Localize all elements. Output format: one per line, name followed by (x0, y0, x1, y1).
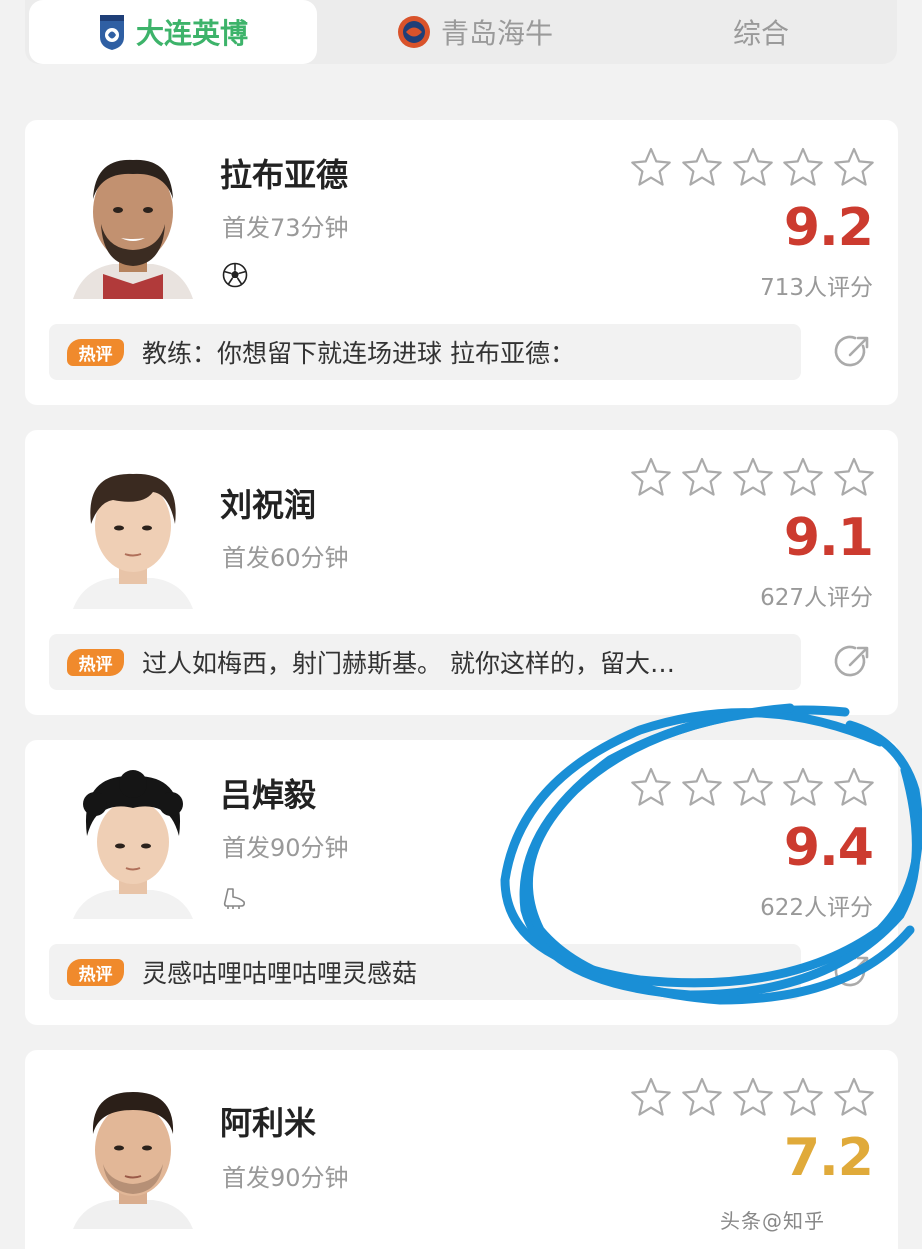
tab-label: 大连英博 (135, 17, 248, 50)
star-icon[interactable] (833, 1076, 875, 1118)
player-score: 7.2 (783, 1128, 874, 1188)
star-icon[interactable] (782, 766, 824, 808)
star-icon[interactable] (630, 766, 672, 808)
minutes-played: 首发60分钟 (222, 544, 349, 572)
star-icon[interactable] (681, 1076, 723, 1118)
player-card[interactable]: 吕焯毅 首发90分钟 9.4 622人评分 热评 灵感咕哩咕哩咕哩灵感菇 (25, 740, 898, 1025)
star-icon[interactable] (732, 1076, 774, 1118)
minutes-played: 首发90分钟 (222, 834, 349, 862)
star-icon[interactable] (782, 146, 824, 188)
comment-text: 灵感咕哩咕哩咕哩灵感菇 (142, 959, 418, 988)
star-rating[interactable] (630, 766, 875, 810)
soccer-ball-icon (222, 262, 248, 288)
hot-comment-tag: 热评 (67, 648, 124, 676)
player-avatar (73, 764, 193, 919)
comment-text: 教练：你想留下就连场进球 拉布亚德： (142, 339, 575, 368)
star-icon[interactable] (732, 766, 774, 808)
star-rating[interactable] (630, 146, 875, 190)
tab-dalian-yingbo[interactable]: 大连英博 (29, 0, 317, 64)
hot-comment-tag: 热评 (67, 958, 124, 986)
player-name: 刘祝润 (220, 486, 317, 524)
player-name: 阿利米 (220, 1104, 317, 1142)
hot-comment-tag: 热评 (67, 338, 124, 366)
boot-icon (223, 888, 245, 909)
player-avatar (73, 144, 193, 299)
star-icon[interactable] (630, 456, 672, 498)
player-score: 9.1 (783, 508, 874, 568)
rater-count: 713人评分 (760, 275, 873, 301)
player-avatar (73, 1074, 193, 1229)
hot-comment[interactable]: 热评 过人如梅西，射门赫斯基。 就你这样的，留大… (49, 634, 801, 690)
player-score: 9.4 (783, 818, 874, 878)
tab-overall[interactable]: 综合 (625, 0, 897, 64)
qingdao-hainiu-logo-icon (397, 16, 430, 48)
tab-qingdao-hainiu[interactable]: 青岛海牛 (355, 0, 595, 64)
star-icon[interactable] (833, 766, 875, 808)
star-icon[interactable] (782, 1076, 824, 1118)
player-name: 拉布亚德 (220, 156, 349, 194)
rater-count: 622人评分 (760, 895, 873, 921)
share-icon[interactable] (833, 332, 873, 372)
share-icon[interactable] (833, 952, 873, 992)
comment-text: 过人如梅西，射门赫斯基。 就你这样的，留大… (142, 649, 675, 678)
tab-label: 综合 (732, 17, 789, 50)
player-card[interactable]: 刘祝润 首发60分钟 9.1 627人评分 热评 过人如梅西，射门赫斯基。 就你… (25, 430, 898, 715)
tab-label: 青岛海牛 (440, 17, 553, 50)
star-icon[interactable] (681, 146, 723, 188)
star-rating[interactable] (630, 1076, 875, 1120)
team-tab-bar: 大连英博 青岛海牛 综合 (25, 0, 897, 64)
hot-comment[interactable]: 热评 灵感咕哩咕哩咕哩灵感菇 (49, 944, 801, 1000)
star-icon[interactable] (732, 456, 774, 498)
player-avatar (73, 454, 193, 609)
star-icon[interactable] (681, 766, 723, 808)
hot-comment[interactable]: 热评 教练：你想留下就连场进球 拉布亚德： (49, 324, 801, 380)
share-icon[interactable] (833, 642, 873, 682)
star-icon[interactable] (782, 456, 824, 498)
player-score: 9.2 (783, 198, 874, 258)
star-icon[interactable] (833, 456, 875, 498)
player-name: 吕焯毅 (220, 776, 317, 814)
minutes-played: 首发90分钟 (222, 1164, 349, 1192)
watermark: 头条@知乎 (720, 1209, 825, 1233)
star-rating[interactable] (630, 456, 875, 500)
star-icon[interactable] (833, 146, 875, 188)
star-icon[interactable] (732, 146, 774, 188)
dalian-yingbo-logo-icon (99, 15, 124, 50)
player-card[interactable]: 拉布亚德 首发73分钟 9.2 713人评分 热评 教练：你想留下就连场进球 拉… (25, 120, 898, 405)
rater-count: 627人评分 (760, 585, 873, 611)
star-icon[interactable] (630, 146, 672, 188)
star-icon[interactable] (681, 456, 723, 498)
minutes-played: 首发73分钟 (222, 214, 349, 242)
star-icon[interactable] (630, 1076, 672, 1118)
